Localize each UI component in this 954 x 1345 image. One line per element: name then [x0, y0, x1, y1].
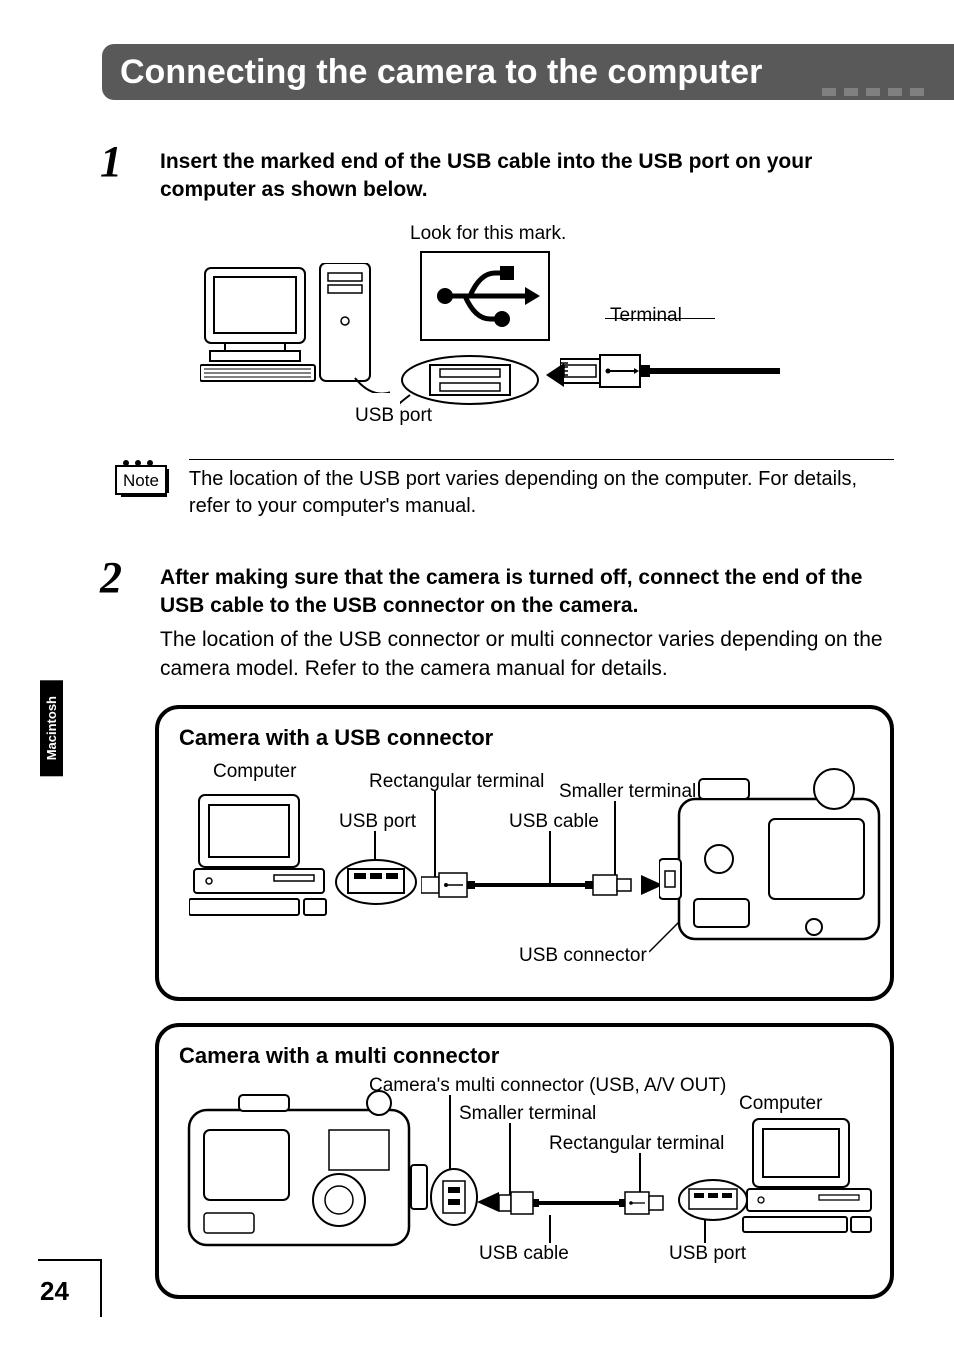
panel-usb-body: Computer Rectangular terminal Smaller te…: [179, 757, 870, 977]
usb-port-closeup-icon: [400, 355, 540, 410]
desktop-computer-icon: [739, 1115, 879, 1245]
desktop-computer-icon: [189, 787, 334, 927]
step-2-body: After making sure that the camera is tur…: [160, 556, 894, 683]
panel-multi-title: Camera with a multi connector: [179, 1043, 870, 1069]
usb-symbol-icon: [420, 251, 550, 341]
computer-illustration-icon: [200, 263, 390, 393]
label-usb-cable: USB cable: [509, 811, 599, 833]
note-icon-label: Note: [123, 471, 159, 490]
camera-illustration-icon: [659, 759, 894, 959]
label-usb-port: USB port: [339, 811, 416, 833]
label-usb-connector: USB connector: [519, 945, 647, 967]
label-computer: Computer: [739, 1093, 822, 1115]
step-1-body: Insert the marked end of the USB cable i…: [160, 140, 894, 205]
arrow-left-icon: [546, 355, 566, 395]
usb-plug-icon: [560, 351, 780, 391]
note-block: Note The location of the USB port varies…: [115, 459, 894, 520]
panel-usb-title: Camera with a USB connector: [179, 725, 870, 751]
usb-port-closeup-icon: [334, 857, 419, 907]
compact-camera-illustration-icon: [179, 1085, 429, 1265]
label-computer: Computer: [213, 761, 296, 783]
panel-multi-connector: Camera with a multi connector Camera's m…: [155, 1023, 894, 1299]
note-icon: Note: [115, 465, 167, 495]
step-2-number: 2: [100, 556, 140, 683]
page-number: 24: [40, 1276, 69, 1307]
side-tab-macintosh: Macintosh: [40, 680, 63, 776]
label-smaller-terminal: Smaller terminal: [459, 1103, 596, 1125]
content-area: 1 Insert the marked end of the USB cable…: [100, 140, 894, 1299]
diagram-computer-usb: Look for this mark.: [100, 223, 894, 433]
step-1-instruction: Insert the marked end of the USB cable i…: [160, 148, 894, 205]
step-2-description: The location of the USB connector or mul…: [160, 626, 894, 683]
note-text: The location of the USB port varies depe…: [189, 459, 894, 520]
panel-multi-body: Camera's multi connector (USB, A/V OUT) …: [179, 1075, 870, 1275]
label-rectangular-terminal: Rectangular terminal: [549, 1133, 724, 1155]
leader-line: [605, 318, 715, 320]
multi-connector-port-icon: [429, 1167, 479, 1227]
panel-usb-connector: Camera with a USB connector Computer Rec…: [155, 705, 894, 1001]
arrow-left-icon: [477, 1189, 499, 1215]
usb-cable-icon: [499, 1191, 679, 1215]
decorative-dashes: [822, 88, 924, 96]
footer-rule-vertical: [100, 1259, 102, 1317]
usb-cable-icon: [421, 869, 641, 901]
label-rectangular-terminal: Rectangular terminal: [369, 771, 544, 793]
label-usb-port: USB port: [355, 405, 432, 427]
label-terminal: Terminal: [610, 305, 682, 327]
step-1-number: 1: [100, 140, 140, 205]
footer-rule: [38, 1259, 102, 1261]
step-2: 2 After making sure that the camera is t…: [100, 556, 894, 683]
label-look-for-mark: Look for this mark.: [410, 223, 566, 245]
label-usb-cable: USB cable: [479, 1243, 569, 1265]
page-title: Connecting the camera to the computer: [120, 53, 762, 92]
step-2-instruction: After making sure that the camera is tur…: [160, 564, 894, 621]
step-1: 1 Insert the marked end of the USB cable…: [100, 140, 894, 205]
label-usb-port: USB port: [669, 1243, 746, 1265]
